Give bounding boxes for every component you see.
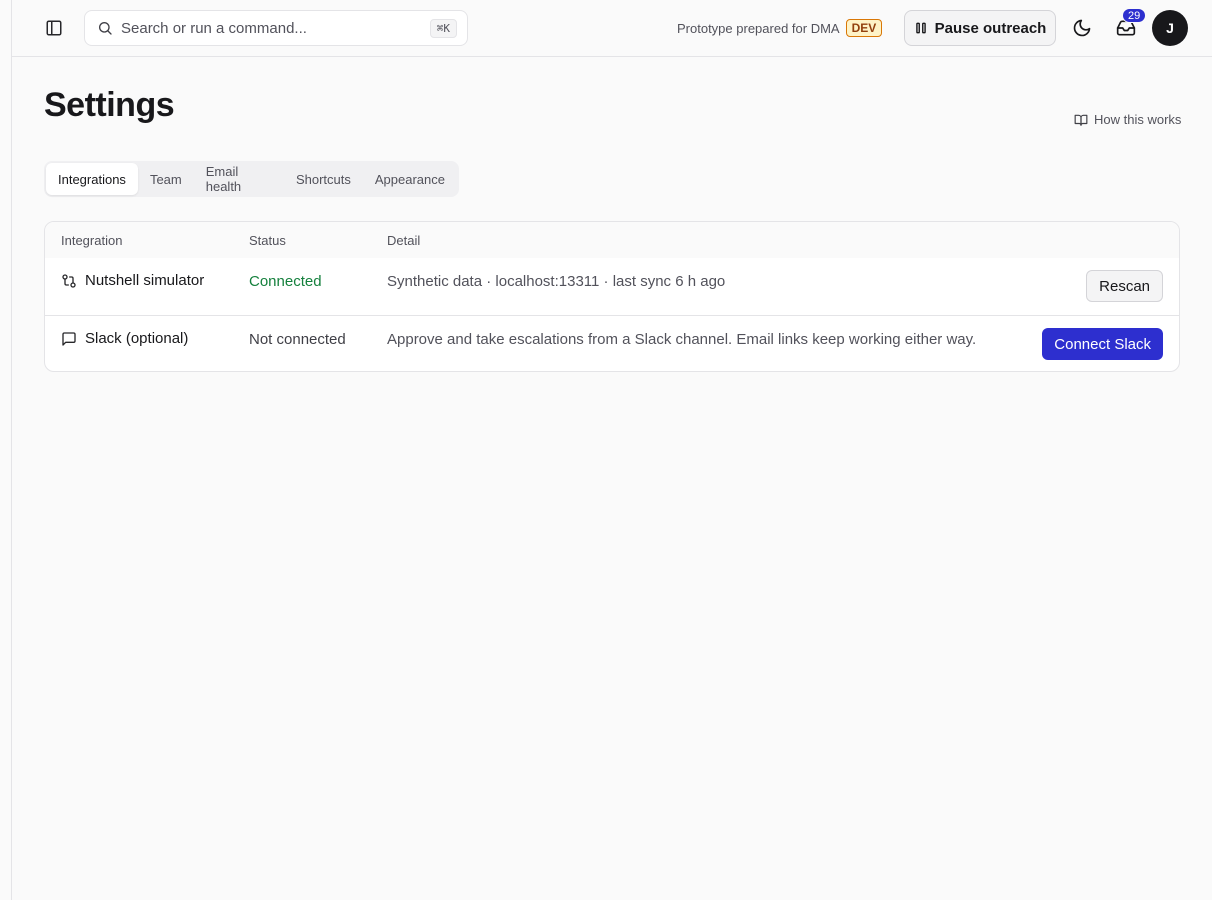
status-badge: Not connected [249,331,346,348]
column-header-detail: Detail [387,233,421,248]
tab-appearance[interactable]: Appearance [363,163,457,195]
pause-outreach-button[interactable]: Pause outreach [904,10,1056,46]
env-badge: DEV [845,19,883,37]
left-rail [0,0,12,900]
settings-tabs: Integrations Team Email health Shortcuts… [44,161,459,197]
message-square-icon [61,331,77,347]
prototype-label: Prototype prepared for DMA [677,20,840,36]
column-header-integration: Integration [61,233,123,248]
integration-detail: Approve and take escalations from a Slac… [387,331,977,348]
search-shortcut-hint: ⌘K [429,18,457,38]
integration-detail: Synthetic data · localhost:13311 · last … [387,273,726,290]
integration-name: Nutshell simulator [85,272,205,289]
column-header-status: Status [249,233,286,248]
command-search[interactable]: ⌘K [84,10,468,46]
search-icon [97,20,113,36]
how-this-works-link[interactable]: How this works [1074,112,1181,127]
integration-name-cell: Nutshell simulator [61,272,204,289]
sidebar-toggle-icon[interactable] [42,16,66,40]
connect-slack-button[interactable]: Connect Slack [1042,328,1163,360]
integration-name-cell: Slack (optional) [61,330,188,347]
tab-email-health[interactable]: Email health [194,163,284,195]
table-row: Nutshell simulator Connected Synthetic d… [45,258,1179,315]
status-badge: Connected [249,273,322,290]
book-open-icon [1074,113,1088,127]
prototype-notice: Prototype prepared for DMA DEV [677,18,883,38]
page-title: Settings [44,86,175,124]
table-row: Slack (optional) Not connected Approve a… [45,315,1179,371]
integration-name: Slack (optional) [85,330,189,347]
tab-team[interactable]: Team [138,163,194,195]
table-header: Integration Status Detail [45,222,1179,258]
tab-shortcuts[interactable]: Shortcuts [284,163,363,195]
how-this-works-label: How this works [1094,112,1182,127]
notification-count-badge: 29 [1122,8,1147,23]
rescan-button[interactable]: Rescan [1086,270,1163,302]
integrations-table: Integration Status Detail Nutshell simul… [44,221,1180,372]
pause-outreach-label: Pause outreach [934,19,1047,37]
pause-icon [914,21,928,35]
tab-integrations[interactable]: Integrations [46,163,138,195]
top-bar: ⌘K Prototype prepared for DMA DEV Pause … [12,0,1212,57]
theme-toggle-moon-icon[interactable] [1068,14,1096,42]
user-avatar[interactable]: J [1152,10,1188,46]
search-input[interactable] [121,19,430,37]
git-compare-icon [61,273,77,289]
